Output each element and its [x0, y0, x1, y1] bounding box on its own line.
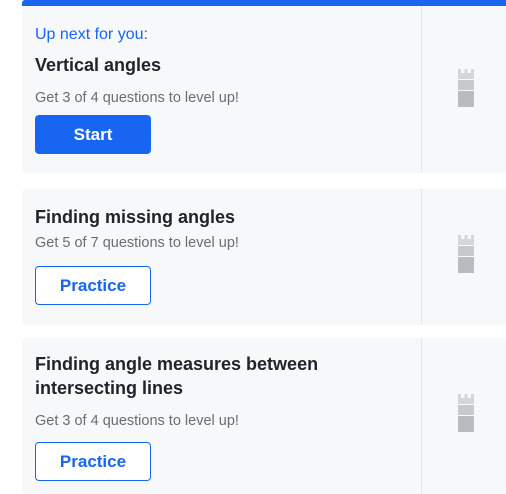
card-divider	[421, 189, 422, 325]
skill-title: Vertical angles	[35, 55, 162, 75]
skill-title: Finding angle measures between intersect…	[35, 354, 319, 398]
tower-icon	[458, 69, 474, 107]
card-divider	[421, 338, 422, 494]
skill-card-angle-measures-intersecting-lines: Finding angle measures between intersect…	[22, 338, 506, 494]
skill-card-vertical-angles: Up next for you: Vertical angles Get 3 o…	[22, 6, 506, 173]
start-button[interactable]: Start	[35, 115, 151, 154]
tower-icon	[458, 235, 474, 273]
tower-icon	[458, 394, 474, 432]
skill-title: Finding missing angles	[35, 207, 236, 227]
practice-button[interactable]: Practice	[35, 266, 151, 305]
practice-button[interactable]: Practice	[35, 442, 151, 481]
level-up-requirement: Get 3 of 4 questions to level up!	[35, 413, 239, 429]
up-next-label: Up next for you:	[35, 26, 148, 43]
level-up-requirement: Get 3 of 4 questions to level up!	[35, 90, 239, 106]
skill-card-finding-missing-angles: Finding missing angles Get 5 of 7 questi…	[22, 189, 506, 325]
card-divider	[421, 6, 422, 173]
skill-list-page: Up next for you: Vertical angles Get 3 o…	[0, 0, 506, 494]
level-up-requirement: Get 5 of 7 questions to level up!	[35, 235, 239, 251]
